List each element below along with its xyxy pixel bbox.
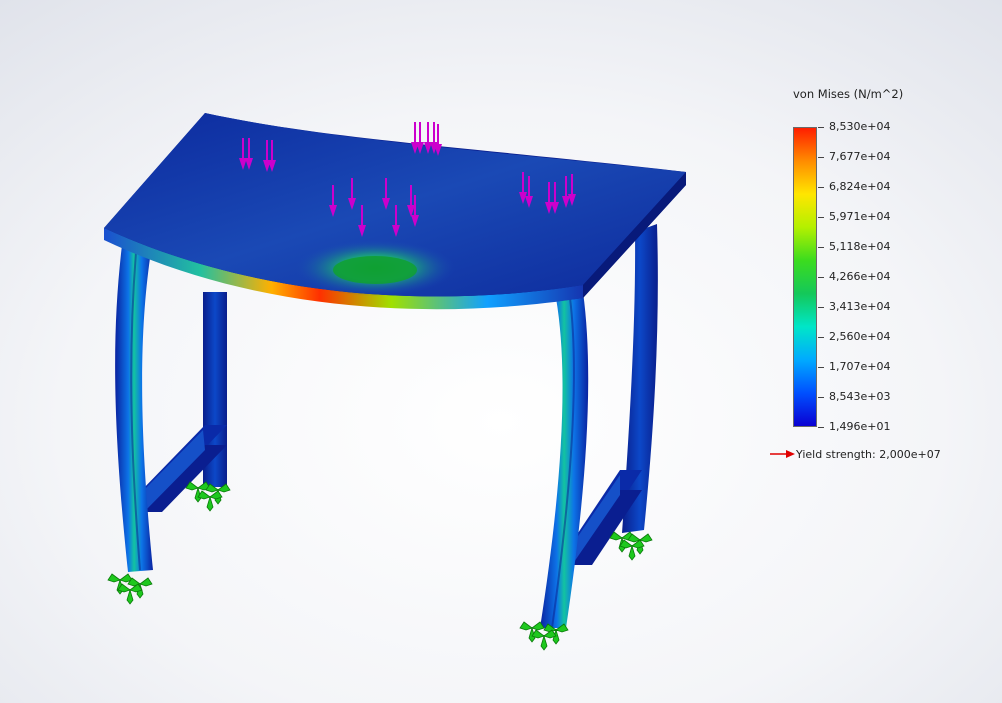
- colorbar-tick: [818, 397, 824, 398]
- fixture-front-left: [107, 573, 153, 605]
- fixture-back-left: [185, 481, 231, 512]
- yield-strength-label: Yield strength: 2,000e+07: [796, 447, 941, 461]
- colorbar-tick: [818, 217, 824, 218]
- yield-strength-marker: Yield strength: 2,000e+07: [768, 447, 941, 461]
- colorbar-tick-label: 2,560e+04: [829, 330, 891, 343]
- colorbar-tick: [818, 127, 824, 128]
- colorbar-tick-label: 3,413e+04: [829, 300, 891, 313]
- colorbar-tick-label: 7,677e+04: [829, 150, 891, 163]
- stress-colorbar: [793, 127, 817, 427]
- fixture-back-right: [609, 531, 653, 561]
- colorbar-tick-label: 5,118e+04: [829, 240, 891, 253]
- colorbar-tick: [818, 307, 824, 308]
- colorbar-tick-label: 1,707e+04: [829, 360, 891, 373]
- colorbar-tick: [818, 247, 824, 248]
- colorbar-tick-label: 4,266e+04: [829, 270, 891, 283]
- front-left-leg: [115, 245, 153, 572]
- colorbar-tick: [818, 157, 824, 158]
- colorbar-tick: [818, 427, 824, 428]
- colorbar-tick-label: 8,543e+03: [829, 390, 891, 403]
- colorbar-tick-label: 5,971e+04: [829, 210, 891, 223]
- legend-title: von Mises (N/m^2): [793, 87, 904, 101]
- front-right-leg: [540, 292, 589, 629]
- colorbar-tick-label: 6,824e+04: [829, 180, 891, 193]
- colorbar-tick-label: 1,496e+01: [829, 420, 891, 433]
- stress-plot-model: [104, 113, 686, 651]
- colorbar-tick: [818, 367, 824, 368]
- colorbar-tick-label: 8,530e+04: [829, 120, 891, 133]
- colorbar-tick: [818, 277, 824, 278]
- red-arrow-icon: [770, 450, 795, 458]
- colorbar-tick: [818, 337, 824, 338]
- colorbar-tick: [818, 187, 824, 188]
